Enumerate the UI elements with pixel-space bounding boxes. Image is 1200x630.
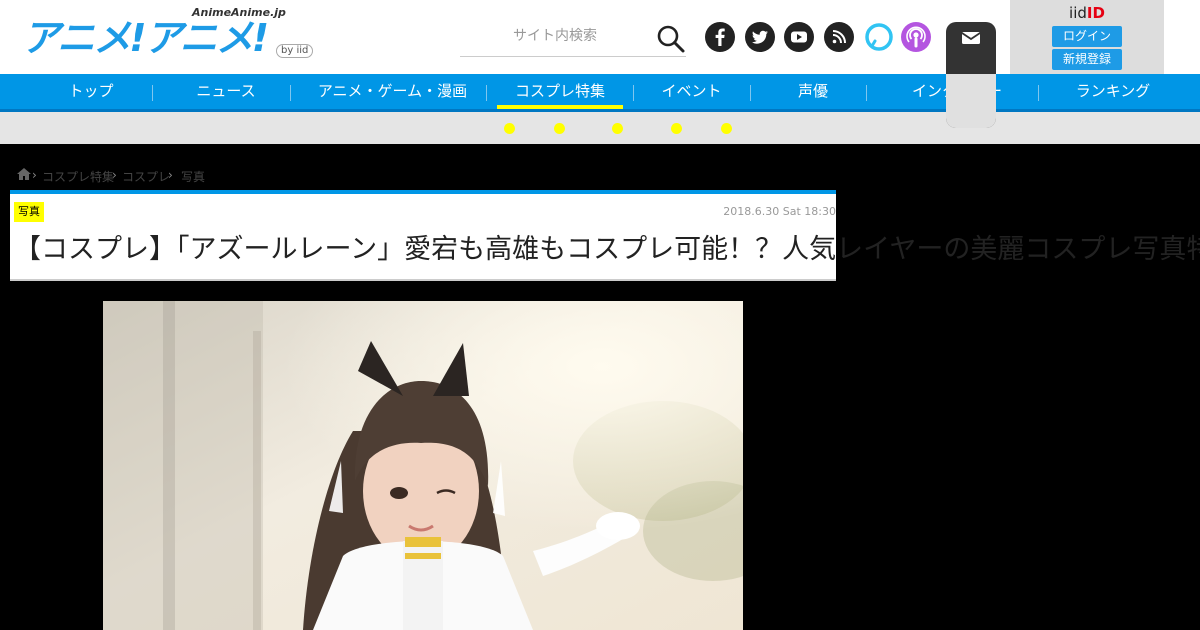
sub-nav-dot[interactable] [671,123,682,134]
main-nav: トップ ニュース アニメ・ゲーム・漫画 コスプレ特集 イベント 声優 インタビュ… [0,74,1200,112]
home-icon[interactable] [16,167,32,184]
breadcrumb-item-current: 写真 [181,170,206,184]
nav-divider [486,85,487,101]
nav-item-event[interactable]: イベント [640,74,743,109]
sub-nav-dot[interactable] [721,123,732,134]
site-header: AnimeAnime.jp アニメ!アニメ! by iid iidID ログイン… [0,0,1200,74]
nav-divider [750,85,751,101]
site-logo[interactable]: AnimeAnime.jp アニメ!アニメ! by iid [22,6,322,68]
mail-icon [946,32,996,56]
breadcrumb-item-category[interactable]: コスプレ [122,168,170,185]
sub-nav-dot[interactable] [504,123,515,134]
nav-item-ranking[interactable]: ランキング [1048,74,1178,109]
sub-nav-dot[interactable] [554,123,565,134]
iid-account-panel: iidID ログイン 新規登録 [1010,0,1164,74]
nav-item-top[interactable]: トップ [30,74,152,109]
mail-panel-lower [946,74,996,128]
search-input[interactable] [460,24,650,48]
nav-divider [1038,85,1039,101]
nav-item-anime-game-manga[interactable]: アニメ・ゲーム・漫画 [300,74,485,109]
category-badge[interactable]: 写真 [14,202,44,222]
youtube-icon[interactable] [784,22,814,52]
sub-nav-bar [0,112,1200,144]
nav-item-news[interactable]: ニュース [162,74,290,109]
article-main-photo[interactable] [103,301,743,630]
search-box [460,18,686,57]
logo-by-iid: by iid [276,44,314,58]
nav-divider [866,85,867,101]
register-button[interactable]: 新規登録 [1052,49,1122,70]
article-date: 2018.6.30 Sat 18:30 [723,205,836,218]
article-header: 写真 2018.6.30 Sat 18:30 【コスプレ】「アズールレーン」愛宕… [10,190,1200,281]
article-title: 【コスプレ】「アズールレーン」愛宕も高雄もコスプレ可能！？人気レイヤーの美麗コス… [14,234,1200,265]
twitter-icon[interactable] [745,22,775,52]
rss-icon[interactable] [824,22,854,52]
facebook-icon[interactable] [705,22,735,52]
breadcrumb-separator: › [112,168,117,182]
podcast-icon[interactable] [901,22,931,52]
login-button[interactable]: ログイン [1052,26,1122,47]
breadcrumb-separator: › [168,168,173,182]
nav-divider [152,85,153,101]
logo-wordmark: アニメ!アニメ! [22,16,269,60]
alexa-icon[interactable] [864,22,894,52]
breadcrumb-separator: › [32,168,37,182]
nav-item-cosplay[interactable]: コスプレ特集 [497,74,623,109]
mail-panel [946,22,996,128]
search-icon[interactable] [656,24,686,54]
nav-item-voice-actor[interactable]: 声優 [760,74,866,109]
nav-divider [290,85,291,101]
breadcrumb-item-cosplay[interactable]: コスプレ特集 [42,168,114,185]
nav-divider [633,85,634,101]
iid-id-title: iidID [1069,4,1105,22]
sub-nav-dot[interactable] [612,123,623,134]
mail-button[interactable] [946,22,996,52]
